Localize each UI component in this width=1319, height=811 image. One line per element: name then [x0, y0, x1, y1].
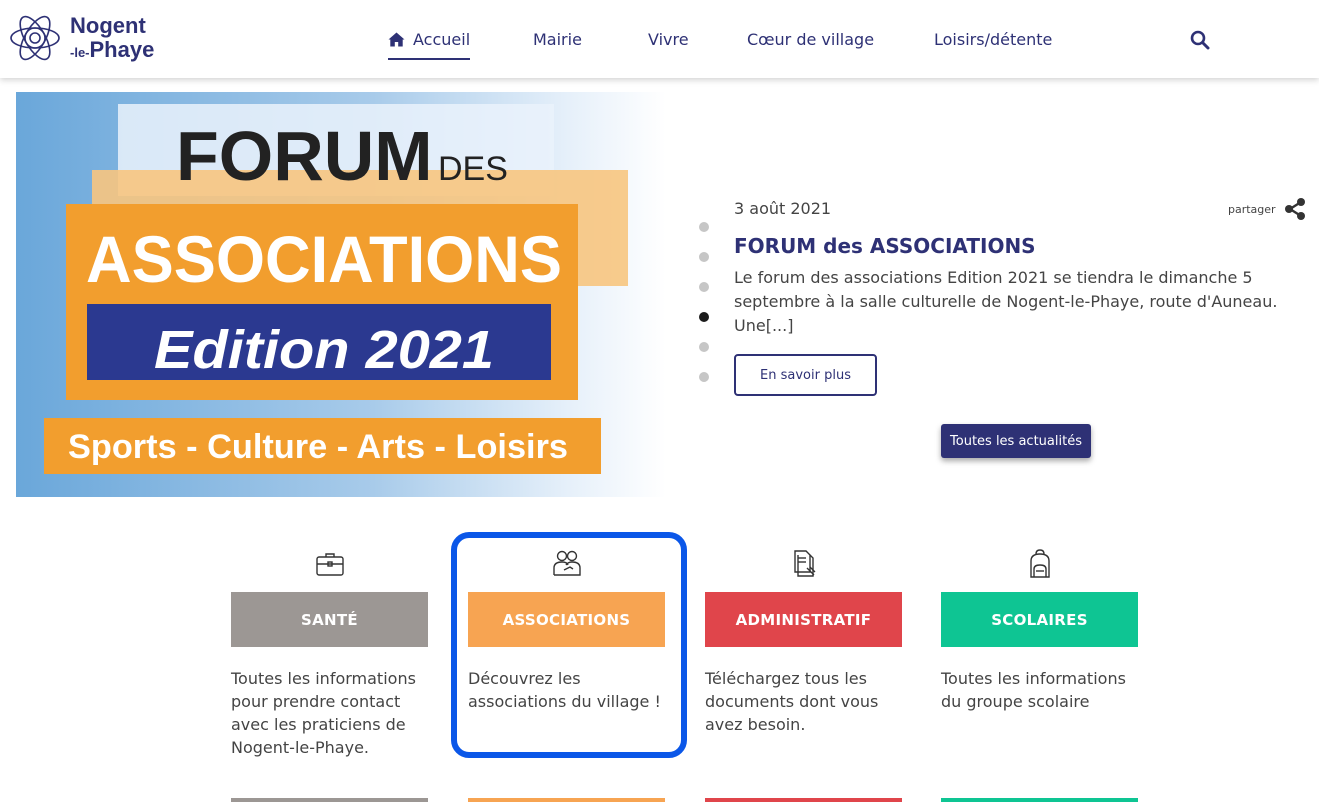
share-icon[interactable]: [1283, 197, 1307, 221]
news-excerpt: Le forum des associations Edition 2021 s…: [734, 268, 1278, 335]
administratif-divider: [705, 798, 902, 802]
nav-loisirs-detente[interactable]: Loisirs/détente: [934, 30, 1052, 49]
logo-line2-text: Phaye: [89, 37, 155, 62]
carousel-dot[interactable]: [699, 252, 709, 262]
focus-highlight: [451, 532, 687, 758]
nav-accueil[interactable]: Accueil: [388, 30, 471, 60]
poster-line2: ASSOCIATIONS: [86, 222, 562, 296]
briefcase-icon: [315, 553, 344, 576]
poster-line3: Edition 2021: [154, 320, 494, 380]
read-more-button[interactable]: En savoir plus: [734, 354, 877, 396]
news-image[interactable]: FORUM DES ASSOCIATIONS Edition 2021 Spor…: [16, 92, 666, 497]
all-news-button[interactable]: Toutes les actualités: [941, 424, 1091, 458]
logo-text: Nogent -le-Phaye: [70, 15, 154, 61]
logo-prefix: -le-: [70, 45, 90, 60]
associations-divider: [468, 798, 665, 802]
share-label[interactable]: partager: [1228, 203, 1276, 216]
carousel-dot[interactable]: [699, 342, 709, 352]
category-administratif: ADMINISTRATIF Téléchargez tous les docum…: [705, 548, 902, 802]
scolaires-divider: [941, 798, 1138, 802]
carousel-dot[interactable]: [699, 372, 709, 382]
poster-line1-small: DES: [438, 150, 508, 188]
scolaires-button[interactable]: SCOLAIRES: [941, 592, 1138, 647]
home-icon: [388, 32, 405, 47]
news-date: 3 août 2021: [734, 199, 832, 218]
backpack-icon: [1029, 549, 1050, 578]
administratif-description: Téléchargez tous les documents dont vous…: [705, 669, 879, 734]
nav-mairie[interactable]: Mairie: [533, 30, 582, 49]
carousel-dot-active[interactable]: [699, 312, 709, 322]
carousel-dot[interactable]: [699, 222, 709, 232]
sante-button[interactable]: SANTÉ: [231, 592, 428, 647]
documents-icon: [793, 550, 815, 577]
search-icon[interactable]: [1190, 30, 1210, 50]
nav-coeur-de-village[interactable]: Cœur de village: [747, 30, 874, 49]
category-scolaires: SCOLAIRES Toutes les informations du gro…: [941, 548, 1138, 802]
site-header: Nogent -le-Phaye Accueil Mairie Vivre Cœ…: [0, 0, 1319, 78]
carousel-dot[interactable]: [699, 282, 709, 292]
logo-icon: [10, 15, 60, 61]
logo-line2: -le-Phaye: [70, 39, 154, 61]
logo-line1: Nogent: [70, 13, 146, 38]
scolaires-description: Toutes les informations du groupe scolai…: [941, 669, 1126, 711]
nav-accueil-label: Accueil: [413, 30, 471, 49]
sante-description: Toutes les informations pour prendre con…: [231, 669, 416, 757]
poster-line4: Sports - Culture - Arts - Loisirs: [68, 428, 568, 466]
site-logo[interactable]: Nogent -le-Phaye: [8, 10, 168, 66]
poster-line1: FORUM: [176, 117, 433, 195]
forum-poster: FORUM DES ASSOCIATIONS Edition 2021 Spor…: [44, 104, 628, 474]
sante-divider: [231, 798, 428, 802]
category-sante: SANTÉ Toutes les informations pour prend…: [231, 548, 428, 802]
nav-vivre[interactable]: Vivre: [648, 30, 689, 49]
news-title[interactable]: FORUM des ASSOCIATIONS: [734, 234, 1036, 258]
administratif-button[interactable]: ADMINISTRATIF: [705, 592, 902, 647]
